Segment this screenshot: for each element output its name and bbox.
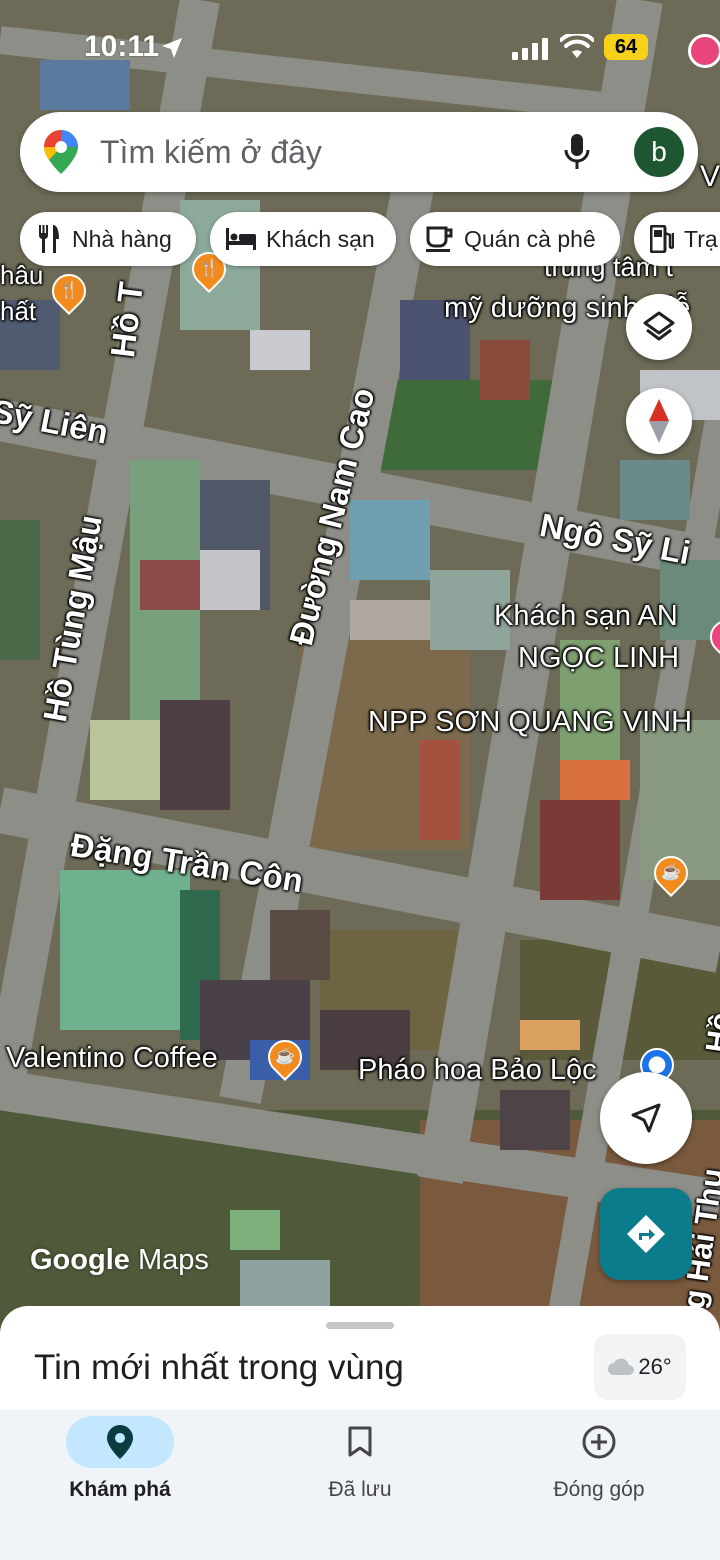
signal-icon [512, 38, 548, 60]
chip-hotels-label: Khách sạn [266, 225, 375, 252]
wifi-icon [560, 34, 594, 58]
coffee-icon [426, 226, 453, 252]
poi-label-hotel-line-2[interactable]: NGỌC LINH [518, 642, 679, 675]
poi-label-top-right-corner: V [700, 160, 720, 193]
location-arrow-icon [162, 38, 182, 58]
compass-icon [649, 399, 669, 443]
search-bar[interactable]: Tìm kiếm ở đây b [20, 112, 698, 192]
my-location-button[interactable] [600, 1072, 692, 1164]
bottom-sheet[interactable]: Tin mới nhất trong vùng 26° [0, 1306, 720, 1416]
gas-station-icon [650, 225, 674, 253]
chip-gas-stations[interactable]: Trạ [634, 212, 720, 266]
weather-chip[interactable]: 26° [594, 1334, 686, 1400]
nav-saved[interactable]: Đã lưu [260, 1410, 460, 1560]
directions-button[interactable] [600, 1188, 692, 1280]
nav-explore-label: Khám phá [69, 1478, 171, 1501]
google-watermark-text: Google [30, 1244, 130, 1276]
directions-icon [627, 1215, 665, 1253]
maps-watermark-text: Maps [137, 1244, 209, 1276]
explore-pin-icon [107, 1425, 133, 1459]
poi-label-hotel-line-1[interactable]: Khách sạn AN [494, 600, 678, 633]
poi-label-npp[interactable]: NPP SƠN QUANG VINH [368, 706, 692, 739]
layers-button[interactable] [626, 294, 692, 360]
cloud-icon [608, 1358, 635, 1375]
microphone-icon[interactable] [564, 134, 590, 170]
status-bar: 10:11 64 [0, 0, 720, 100]
chip-hotels[interactable]: Khách sạn [210, 212, 396, 266]
add-circle-icon [582, 1425, 616, 1459]
nav-saved-indicator [306, 1416, 414, 1468]
nav-contribute-label: Đóng góp [553, 1478, 645, 1501]
weather-temperature: 26° [638, 1354, 672, 1379]
nav-contribute[interactable]: Đóng góp [499, 1410, 699, 1560]
bottom-navigation: Khám phá Đã lưu Đóng góp [0, 1410, 720, 1560]
poi-label-valentino[interactable]: Valentino Coffee [6, 1042, 218, 1075]
poi-label-phao-hoa[interactable]: Pháo hoa Bảo Lộc [358, 1054, 597, 1087]
hotel-pin-icon[interactable] [688, 34, 720, 68]
layers-icon [643, 311, 675, 341]
sheet-title: Tin mới nhất trong vùng [34, 1348, 404, 1387]
chip-gas-stations-label: Trạ [684, 225, 718, 252]
google-maps-logo-icon [44, 130, 78, 174]
navigation-arrow-icon [631, 1103, 661, 1133]
nav-contribute-indicator [545, 1416, 653, 1468]
nav-explore-indicator [66, 1416, 174, 1468]
restaurant-icon [38, 225, 59, 253]
hotel-icon [226, 228, 256, 250]
category-chips: Nhà hàng Khách sạn Quán cà phê Trạ [20, 212, 720, 268]
chip-cafes[interactable]: Quán cà phê [410, 212, 620, 266]
status-time: 10:11 [84, 30, 160, 63]
account-avatar[interactable]: b [634, 127, 684, 177]
chip-restaurants[interactable]: Nhà hàng [20, 212, 196, 266]
sheet-drag-handle[interactable] [326, 1322, 394, 1329]
chip-cafes-label: Quán cà phê [464, 225, 596, 252]
google-maps-watermark: Google Maps [30, 1244, 209, 1277]
nav-explore[interactable]: Khám phá [20, 1410, 220, 1560]
compass-button[interactable] [626, 388, 692, 454]
battery-indicator: 64 [604, 34, 648, 60]
chip-restaurants-label: Nhà hàng [72, 225, 172, 252]
poi-label-left-top-2[interactable]: hất [0, 296, 36, 327]
search-input[interactable]: Tìm kiếm ở đây [100, 112, 322, 192]
nav-saved-label: Đã lưu [328, 1478, 392, 1501]
bookmark-icon [348, 1426, 372, 1457]
